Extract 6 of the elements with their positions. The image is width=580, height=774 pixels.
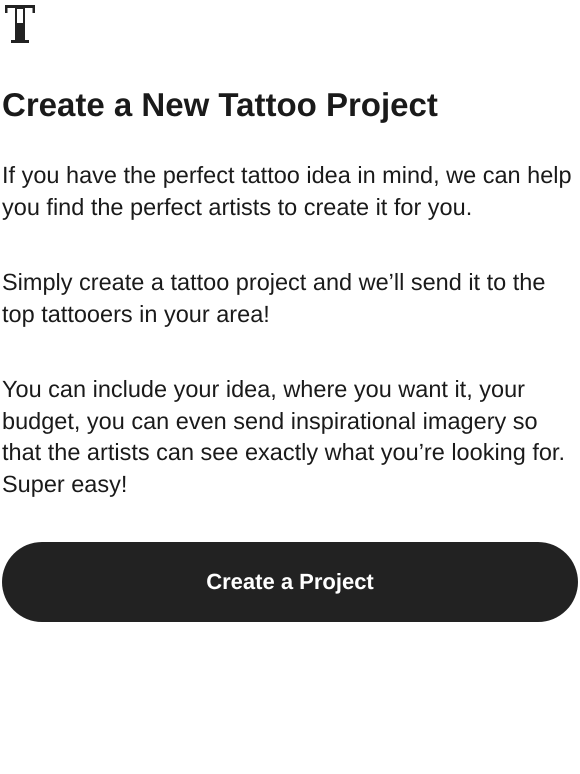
description-paragraph: You can include your idea, where you want it, your budget, you can even send inspirational imagery so that the artists can see exactly what you’re looking for. Super easy!	[2, 375, 566, 499]
description-paragraph: If you have the perfect tattoo idea in mind, we can help you find the perfect artists to create it for you.	[2, 161, 573, 222]
logo-icon	[5, 5, 35, 43]
page-title: Create a New Tattoo Project	[2, 85, 439, 125]
create-project-button[interactable]: Create a Project	[2, 542, 578, 622]
description-paragraph: Simply create a tattoo project and we’ll send it to the top tattooers in your area!	[2, 268, 546, 329]
